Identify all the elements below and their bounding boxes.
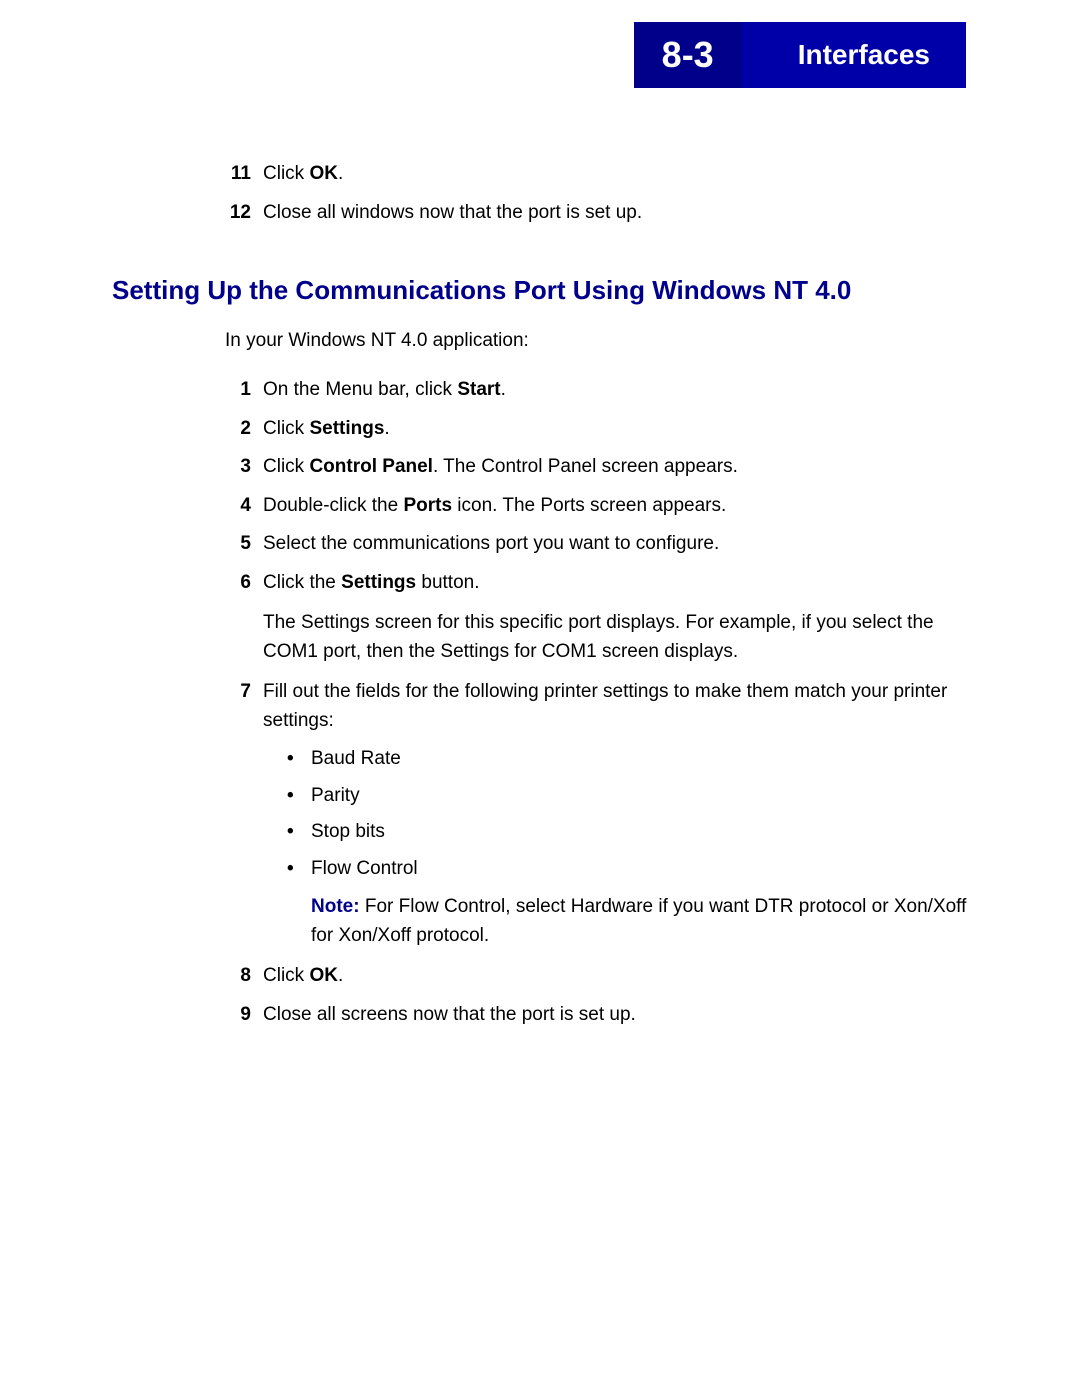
step-11: 11 Click OK. — [225, 160, 972, 189]
step-number: 8 — [225, 962, 263, 991]
bullet-item: • Baud Rate — [287, 745, 972, 774]
step-number: 11 — [225, 160, 263, 189]
step-text: On the Menu bar, click Start. — [263, 376, 972, 405]
step-text: Close all windows now that the port is s… — [263, 199, 972, 228]
bullet-text: Stop bits — [311, 818, 385, 847]
step-6-paragraph: The Settings screen for this specific po… — [263, 609, 972, 666]
step-number: 12 — [225, 199, 263, 228]
step-number: 6 — [225, 569, 263, 598]
step-12: 12 Close all windows now that the port i… — [225, 199, 972, 228]
step-9: 9 Close all screens now that the port is… — [225, 1001, 972, 1030]
step-1: 1 On the Menu bar, click Start. — [225, 376, 972, 405]
bullet-text: Parity — [311, 782, 360, 811]
step-text: Close all screens now that the port is s… — [263, 1001, 972, 1030]
page-content: 11 Click OK. 12 Close all windows now th… — [112, 160, 972, 1039]
step-5: 5 Select the communications port you wan… — [225, 530, 972, 559]
bullet-item: • Flow Control — [287, 855, 972, 884]
intro-paragraph: In your Windows NT 4.0 application: — [225, 330, 972, 352]
bullet-icon: • — [287, 855, 311, 884]
bullet-list: • Baud Rate • Parity • Stop bits • Flow … — [287, 745, 972, 883]
step-text: Click OK. — [263, 962, 972, 991]
step-number: 4 — [225, 492, 263, 521]
bullet-item: • Parity — [287, 782, 972, 811]
step-text: Select the communications port you want … — [263, 530, 972, 559]
bullet-icon: • — [287, 745, 311, 774]
step-text: Click the Settings button. — [263, 569, 972, 598]
step-3: 3 Click Control Panel. The Control Panel… — [225, 453, 972, 482]
note: Note: For Flow Control, select Hardware … — [311, 893, 972, 950]
note-label: Note: — [311, 896, 360, 917]
step-text: Double-click the Ports icon. The Ports s… — [263, 492, 972, 521]
bullet-text: Baud Rate — [311, 745, 401, 774]
bullet-icon: • — [287, 818, 311, 847]
step-number: 9 — [225, 1001, 263, 1030]
section-heading: Setting Up the Communications Port Using… — [112, 275, 972, 306]
step-number: 2 — [225, 415, 263, 444]
step-number: 7 — [225, 678, 263, 735]
page-number: 8-3 — [634, 22, 742, 88]
step-text: Click OK. — [263, 160, 972, 189]
top-steps: 11 Click OK. 12 Close all windows now th… — [112, 160, 972, 227]
step-4: 4 Double-click the Ports icon. The Ports… — [225, 492, 972, 521]
step-text: Click Control Panel. The Control Panel s… — [263, 453, 972, 482]
step-6: 6 Click the Settings button. — [225, 569, 972, 598]
step-text: Fill out the fields for the following pr… — [263, 678, 972, 735]
header-title: Interfaces — [742, 22, 966, 88]
header-banner: 8-3 Interfaces — [634, 22, 966, 88]
step-8: 8 Click OK. — [225, 962, 972, 991]
note-text: For Flow Control, select Hardware if you… — [311, 896, 966, 946]
bullet-icon: • — [287, 782, 311, 811]
step-number: 1 — [225, 376, 263, 405]
numbered-list: 1 On the Menu bar, click Start. 2 Click … — [112, 376, 972, 1029]
bullet-text: Flow Control — [311, 855, 418, 884]
step-number: 3 — [225, 453, 263, 482]
step-text: Click Settings. — [263, 415, 972, 444]
step-7: 7 Fill out the fields for the following … — [225, 678, 972, 735]
bullet-item: • Stop bits — [287, 818, 972, 847]
step-number: 5 — [225, 530, 263, 559]
step-2: 2 Click Settings. — [225, 415, 972, 444]
